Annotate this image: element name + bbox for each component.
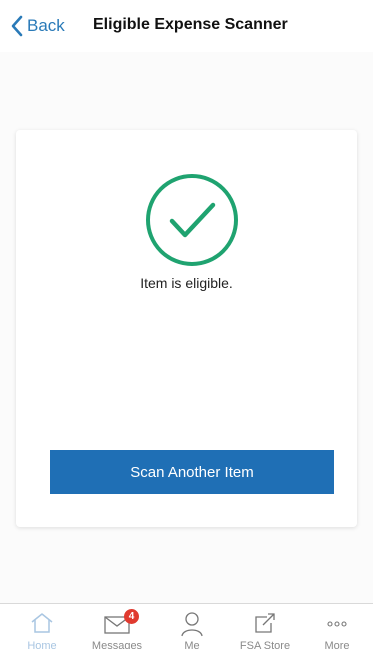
back-label: Back	[27, 16, 65, 35]
tab-label: FSA Store	[239, 640, 291, 649]
tab-bar: Home 4 Messages Me FSA Store More	[0, 603, 373, 649]
tab-more[interactable]: More	[300, 604, 373, 649]
scan-another-item-button[interactable]: Scan Another Item	[50, 450, 334, 494]
app-screen: Back Eligible Expense Scanner Item is el…	[0, 0, 373, 649]
tab-label: More	[324, 640, 350, 649]
tab-fsa-store[interactable]: FSA Store	[228, 604, 302, 649]
unread-badge: 4	[124, 609, 139, 624]
person-icon	[181, 612, 203, 637]
tab-messages[interactable]: 4 Messages	[80, 604, 154, 649]
external-link-icon	[255, 613, 275, 633]
tab-home[interactable]: Home	[5, 604, 79, 649]
more-dots-icon	[327, 621, 347, 627]
tab-me[interactable]: Me	[155, 604, 229, 649]
tab-label: Home	[27, 640, 57, 649]
navigation-bar: Back Eligible Expense Scanner	[0, 0, 373, 52]
tab-label: Messages	[91, 640, 143, 649]
chevron-left-icon	[11, 15, 23, 37]
result-card: Item is eligible. Scan Another Item	[16, 130, 357, 527]
back-button[interactable]: Back	[10, 13, 65, 39]
check-circle-icon	[146, 174, 238, 266]
eligibility-status-text: Item is eligible.	[140, 275, 233, 291]
page-title: Eligible Expense Scanner	[93, 16, 288, 33]
tab-label: Me	[184, 640, 200, 649]
home-icon	[31, 613, 53, 633]
